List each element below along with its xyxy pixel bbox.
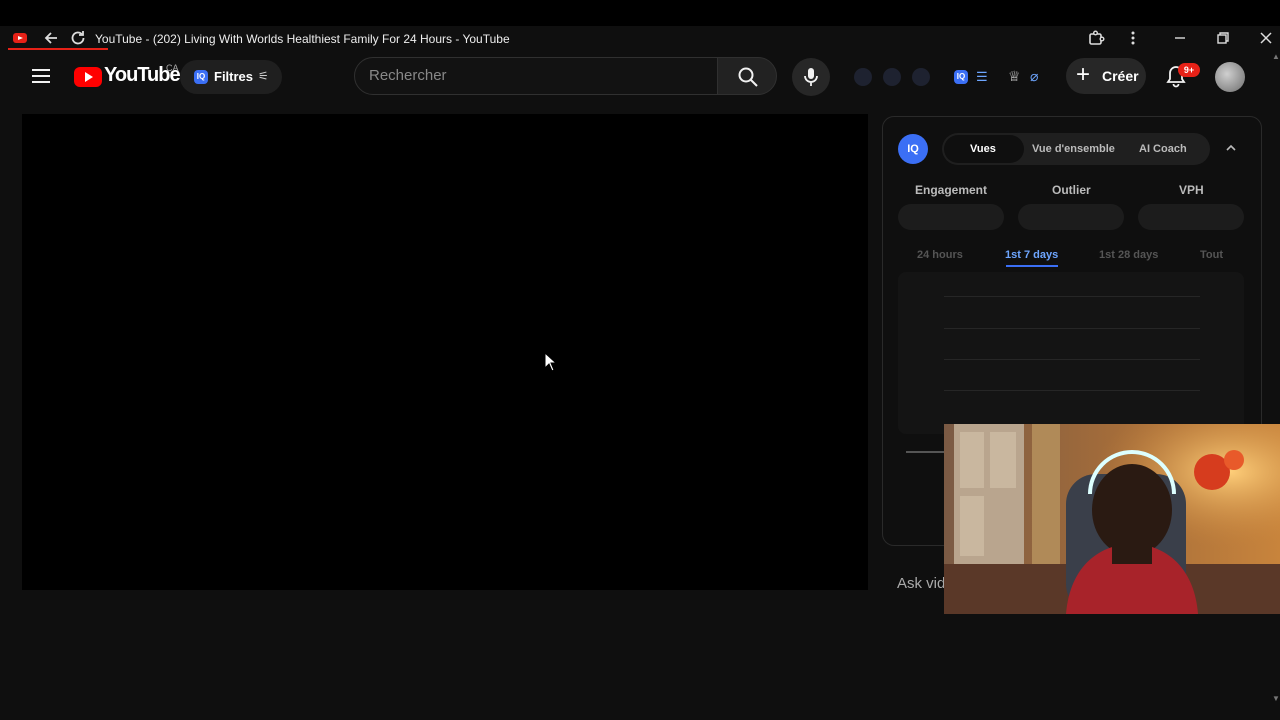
scroll-down-icon[interactable]: ▼ bbox=[1272, 694, 1280, 703]
video-player[interactable] bbox=[22, 114, 868, 590]
search-input[interactable] bbox=[369, 67, 699, 84]
scroll-up-icon[interactable]: ▲ bbox=[1272, 52, 1280, 61]
search-icon bbox=[738, 67, 758, 87]
tab-vues[interactable]: Vues bbox=[970, 143, 996, 155]
range-selected-underline bbox=[1006, 265, 1058, 267]
metric-value-outlier bbox=[1018, 204, 1124, 230]
extension-dot-icon[interactable] bbox=[854, 68, 872, 86]
range-first-7-days[interactable]: 1st 7 days bbox=[1005, 249, 1058, 261]
rocket-ext-icon[interactable]: ⌀ bbox=[1030, 68, 1038, 85]
search-box[interactable] bbox=[354, 57, 718, 95]
filters-button[interactable]: IQ Filtres ⚟ bbox=[180, 60, 282, 94]
search-button[interactable] bbox=[717, 57, 777, 95]
reload-icon[interactable] bbox=[68, 29, 88, 49]
panel-tab-group: Vues Vue d'ensemble AI Coach bbox=[942, 133, 1210, 165]
iq-ext-icon[interactable]: IQ bbox=[954, 70, 968, 84]
chart-gridline bbox=[944, 328, 1200, 329]
top-strip bbox=[0, 0, 1280, 26]
avatar[interactable] bbox=[1215, 62, 1245, 92]
back-icon[interactable] bbox=[41, 29, 61, 49]
menu-dots-icon[interactable] bbox=[1123, 29, 1143, 49]
extension-dot-icon[interactable] bbox=[912, 68, 930, 86]
iq-badge-icon: IQ bbox=[898, 134, 928, 164]
extensions-icon[interactable] bbox=[1086, 29, 1106, 49]
restore-icon[interactable] bbox=[1213, 29, 1233, 49]
range-24-hours[interactable]: 24 hours bbox=[917, 249, 963, 261]
metric-label-outlier: Outlier bbox=[1052, 183, 1091, 197]
chart-loading-bar bbox=[906, 451, 944, 453]
list-ext-icon[interactable]: ☰ bbox=[976, 69, 988, 85]
trophy-ext-icon[interactable]: ♕ bbox=[1008, 68, 1021, 85]
create-button[interactable]: + Créer bbox=[1066, 58, 1146, 94]
country-code: CA bbox=[166, 63, 179, 73]
chart-gridline bbox=[944, 296, 1200, 297]
youtube-favicon-icon bbox=[13, 33, 27, 43]
notification-badge: 9+ bbox=[1178, 63, 1200, 77]
create-label: Créer bbox=[1102, 68, 1139, 84]
hamburger-icon[interactable] bbox=[32, 65, 50, 87]
browser-titlebar: YouTube - (202) Living With Worlds Healt… bbox=[0, 26, 1280, 52]
metric-label-engagement: Engagement bbox=[915, 183, 988, 197]
filters-label: Filtres bbox=[214, 69, 254, 84]
plus-icon: + bbox=[1076, 61, 1091, 88]
tab-vue-ensemble[interactable]: Vue d'ensemble bbox=[1032, 143, 1115, 155]
metric-value-vph bbox=[1138, 204, 1244, 230]
range-all[interactable]: Tout bbox=[1200, 249, 1223, 261]
range-first-28-days[interactable]: 1st 28 days bbox=[1099, 249, 1158, 261]
iq-icon: IQ bbox=[194, 70, 208, 84]
metric-label-vph: VPH bbox=[1179, 183, 1204, 197]
chart-gridline bbox=[944, 390, 1200, 391]
sliders-icon: ⚟ bbox=[258, 69, 269, 83]
page-load-progress bbox=[8, 48, 108, 50]
ask-video-input[interactable]: Ask vid bbox=[897, 575, 945, 592]
minimize-icon[interactable] bbox=[1170, 29, 1190, 49]
mouse-cursor-icon bbox=[544, 351, 558, 377]
webcam-overlay bbox=[944, 424, 1280, 614]
tab-ai-coach[interactable]: AI Coach bbox=[1139, 143, 1187, 155]
webcam-image bbox=[944, 424, 1280, 614]
mic-icon bbox=[804, 68, 818, 86]
chart-gridline bbox=[944, 359, 1200, 360]
metric-value-engagement bbox=[898, 204, 1004, 230]
close-icon[interactable] bbox=[1256, 29, 1276, 49]
extension-dot-icon[interactable] bbox=[883, 68, 901, 86]
window-title: YouTube - (202) Living With Worlds Healt… bbox=[95, 32, 510, 46]
chevron-up-icon[interactable] bbox=[1224, 141, 1238, 160]
voice-search-button[interactable] bbox=[792, 58, 830, 96]
youtube-logo-icon[interactable] bbox=[74, 67, 102, 87]
